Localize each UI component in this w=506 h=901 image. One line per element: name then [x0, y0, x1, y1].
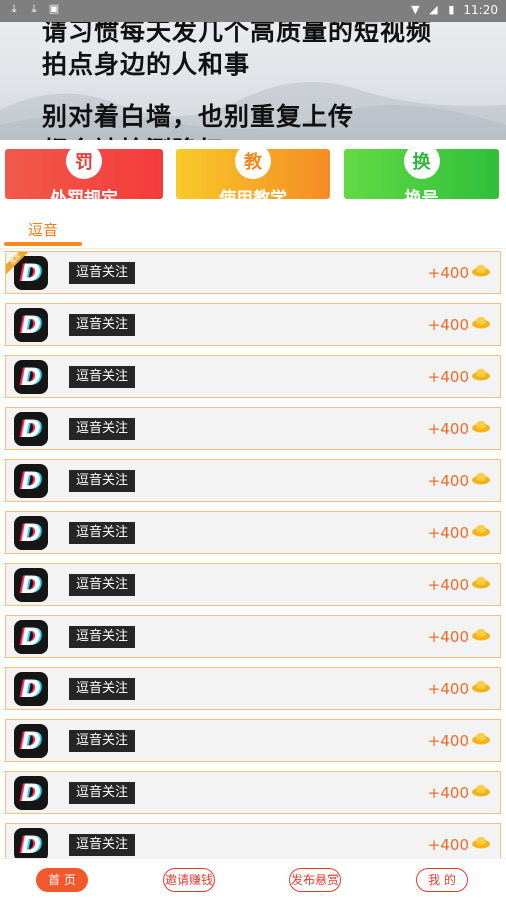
nav-post-reward-button[interactable]: 发布悬赏: [289, 868, 341, 892]
tutorial-icon: 教: [235, 149, 271, 179]
task-row[interactable]: D 逗音关注 +400: [5, 823, 501, 858]
task-reward: +400: [427, 316, 469, 334]
tab-active-indicator: [4, 242, 82, 246]
task-title: 逗音关注: [69, 418, 136, 440]
task-row[interactable]: D 逗音关注 +400: [5, 563, 501, 606]
task-title: 逗音关注: [69, 730, 136, 752]
gold-ingot-icon: [472, 681, 490, 693]
task-list[interactable]: D 推荐 逗音关注 +400 D 逗音关注 +400 D 逗音关注 +400 D…: [0, 248, 506, 858]
task-row[interactable]: D 逗音关注 +400: [5, 459, 501, 502]
task-row[interactable]: D 逗音关注 +400: [5, 355, 501, 398]
signal-icon: ◢: [429, 3, 438, 16]
download-icon: ⤓: [31, 2, 37, 15]
task-row[interactable]: D 逗音关注 +400: [5, 719, 501, 762]
douyin-icon: D: [14, 516, 48, 550]
image-icon: ▣: [48, 2, 60, 15]
penalty-icon: 罚: [66, 149, 102, 179]
task-reward: +400: [427, 368, 469, 386]
gold-ingot-icon: [472, 733, 490, 745]
tab-bar: 逗音: [0, 210, 506, 249]
task-reward: +400: [427, 628, 469, 646]
bottom-nav: 首 页 邀请赚钱 发布悬赏 我 的: [0, 858, 506, 901]
nav-invite-button[interactable]: 邀请赚钱: [163, 868, 215, 892]
banner-line: 别对着白墙，也别重复上传: [42, 102, 355, 131]
gold-ingot-icon: [472, 525, 490, 537]
gold-ingot-icon: [472, 837, 490, 849]
status-right-icons: ▼ ◢ ▮ 11:20: [409, 3, 498, 17]
quick-link-label: 处罚规定: [50, 189, 118, 199]
task-title: 逗音关注: [69, 314, 136, 336]
douyin-icon: D: [14, 620, 48, 654]
douyin-icon: D: [14, 464, 48, 498]
download-icon: ⤓: [11, 2, 17, 15]
gold-ingot-icon: [472, 421, 490, 433]
task-reward: +400: [427, 264, 469, 282]
task-title: 逗音关注: [69, 782, 136, 804]
quick-link-label: 换号: [404, 189, 439, 199]
task-reward: +400: [427, 836, 469, 854]
task-title: 逗音关注: [69, 678, 136, 700]
task-title: 逗音关注: [69, 366, 136, 388]
gold-ingot-icon: [472, 265, 490, 277]
gold-ingot-icon: [472, 629, 490, 641]
quick-link-tutorial[interactable]: 教 使用教学: [176, 149, 330, 199]
quick-link-label: 使用教学: [219, 189, 287, 199]
task-title: 逗音关注: [69, 834, 136, 856]
tab-douyin[interactable]: 逗音: [4, 210, 82, 248]
status-bar: ⤓ ⤓ ▣ ▼ ◢ ▮ 11:20: [0, 0, 506, 22]
task-row[interactable]: D 逗音关注 +400: [5, 615, 501, 658]
tab-label: 逗音: [27, 221, 58, 239]
gold-ingot-icon: [472, 317, 490, 329]
nav-mine-button[interactable]: 我 的: [416, 868, 468, 892]
status-left-icons: ⤓ ⤓ ▣: [8, 3, 60, 15]
douyin-icon: D: [14, 724, 48, 758]
task-row[interactable]: D 逗音关注 +400: [5, 771, 501, 814]
task-title: 逗音关注: [69, 626, 136, 648]
task-row[interactable]: D 逗音关注 +400: [5, 303, 501, 346]
task-row[interactable]: D 逗音关注 +400: [5, 511, 501, 554]
recommend-ribbon: 推荐: [6, 252, 28, 274]
nav-home-button[interactable]: 首 页: [36, 868, 88, 892]
banner-line: 都会被检测降权: [42, 131, 224, 140]
douyin-icon: D: [14, 412, 48, 446]
douyin-icon: D: [14, 568, 48, 602]
banner[interactable]: 请习惯每天发几个高质量的短视频 拍点身边的人和事 别对着白墙，也别重复上传 都会…: [0, 22, 506, 140]
task-title: 逗音关注: [69, 574, 136, 596]
douyin-icon: D: [14, 672, 48, 706]
task-title: 逗音关注: [69, 522, 136, 544]
task-reward: +400: [427, 472, 469, 490]
task-reward: +400: [427, 420, 469, 438]
task-reward: +400: [427, 680, 469, 698]
task-reward: +400: [427, 576, 469, 594]
task-reward: +400: [427, 784, 469, 802]
douyin-icon: D: [14, 308, 48, 342]
status-time: 11:20: [463, 3, 498, 17]
task-row[interactable]: D 逗音关注 +400: [5, 667, 501, 710]
task-row[interactable]: D 推荐 逗音关注 +400: [5, 251, 501, 294]
douyin-icon: D: [14, 360, 48, 394]
quick-link-penalty-rules[interactable]: 罚 处罚规定: [5, 149, 163, 199]
douyin-icon: D: [14, 828, 48, 858]
switch-icon: 换: [403, 149, 440, 179]
task-title: 逗音关注: [69, 262, 136, 284]
gold-ingot-icon: [472, 369, 490, 381]
battery-icon: ▮: [448, 3, 455, 16]
gold-ingot-icon: [472, 577, 490, 589]
wifi-icon: ▼: [411, 3, 420, 16]
banner-line: 拍点身边的人和事: [42, 50, 251, 79]
task-reward: +400: [427, 524, 469, 542]
task-reward: +400: [427, 732, 469, 750]
gold-ingot-icon: [472, 785, 490, 797]
douyin-icon: D: [14, 776, 48, 810]
gold-ingot-icon: [472, 473, 490, 485]
quick-links: 罚 处罚规定 教 使用教学 换 换号: [0, 140, 506, 202]
task-title: 逗音关注: [69, 470, 136, 492]
quick-link-switch-account[interactable]: 换 换号: [344, 149, 499, 199]
task-row[interactable]: D 逗音关注 +400: [5, 407, 501, 450]
